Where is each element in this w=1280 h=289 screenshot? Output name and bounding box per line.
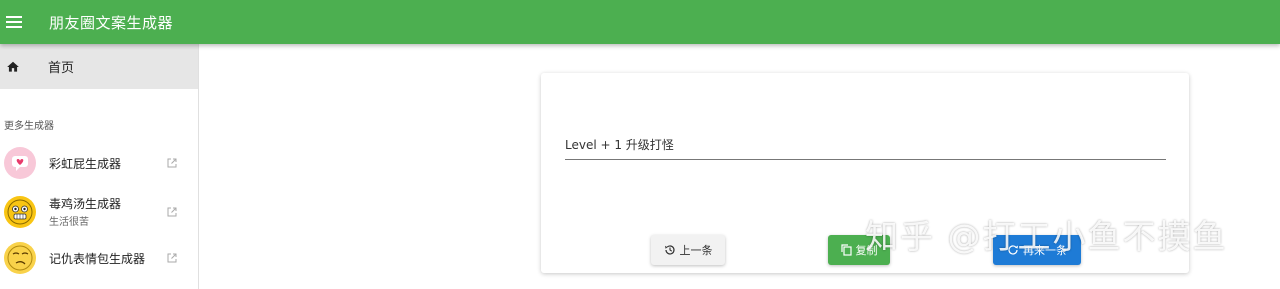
generator-subtitle: 生活很苦 <box>49 217 89 228</box>
sidebar-item-chicken-soup-generator[interactable]: 毒鸡汤生成器 生活很苦 <box>0 195 198 228</box>
prev-button-label: 上一条 <box>679 244 713 257</box>
home-icon <box>7 61 19 72</box>
smirk-emoji-icon <box>4 242 36 274</box>
sidebar-item-label: 首页 <box>48 61 75 76</box>
section-title: 更多生成器 <box>4 121 54 132</box>
sidebar: 首页 更多生成器 彩虹屁生成器 毒鸡汤生成器 生活很苦 记仇表情包生成器 <box>0 44 199 289</box>
sidebar-item-home[interactable]: 首页 <box>0 44 198 89</box>
app-title: 朋友圈文案生成器 <box>49 13 174 32</box>
grimace-emoji-icon <box>4 195 36 228</box>
top-app-bar: 朋友圈文案生成器 <box>0 0 1280 44</box>
sidebar-item-rainbow-generator[interactable]: 彩虹屁生成器 <box>0 147 198 179</box>
history-icon <box>664 245 675 255</box>
copy-text-value: Level + 1 升级打怪 <box>565 138 674 152</box>
prev-button[interactable]: 上一条 <box>651 235 725 265</box>
sidebar-item-grudge-meme-generator[interactable]: 记仇表情包生成器 <box>0 242 198 274</box>
menu-icon[interactable] <box>6 16 22 28</box>
watermark: 知乎 @打工小鱼不摸鱼 <box>865 217 1228 256</box>
generator-name: 彩虹屁生成器 <box>49 156 122 171</box>
external-link-icon[interactable] <box>167 253 177 263</box>
copy-text-field[interactable]: Level + 1 升级打怪 <box>565 133 1166 160</box>
external-link-icon[interactable] <box>167 158 177 168</box>
generator-name: 记仇表情包生成器 <box>49 251 146 266</box>
external-link-icon[interactable] <box>167 207 177 217</box>
generator-name: 毒鸡汤生成器 <box>49 197 122 211</box>
copy-icon <box>840 244 852 256</box>
heart-speech-emoji-icon <box>4 147 36 179</box>
